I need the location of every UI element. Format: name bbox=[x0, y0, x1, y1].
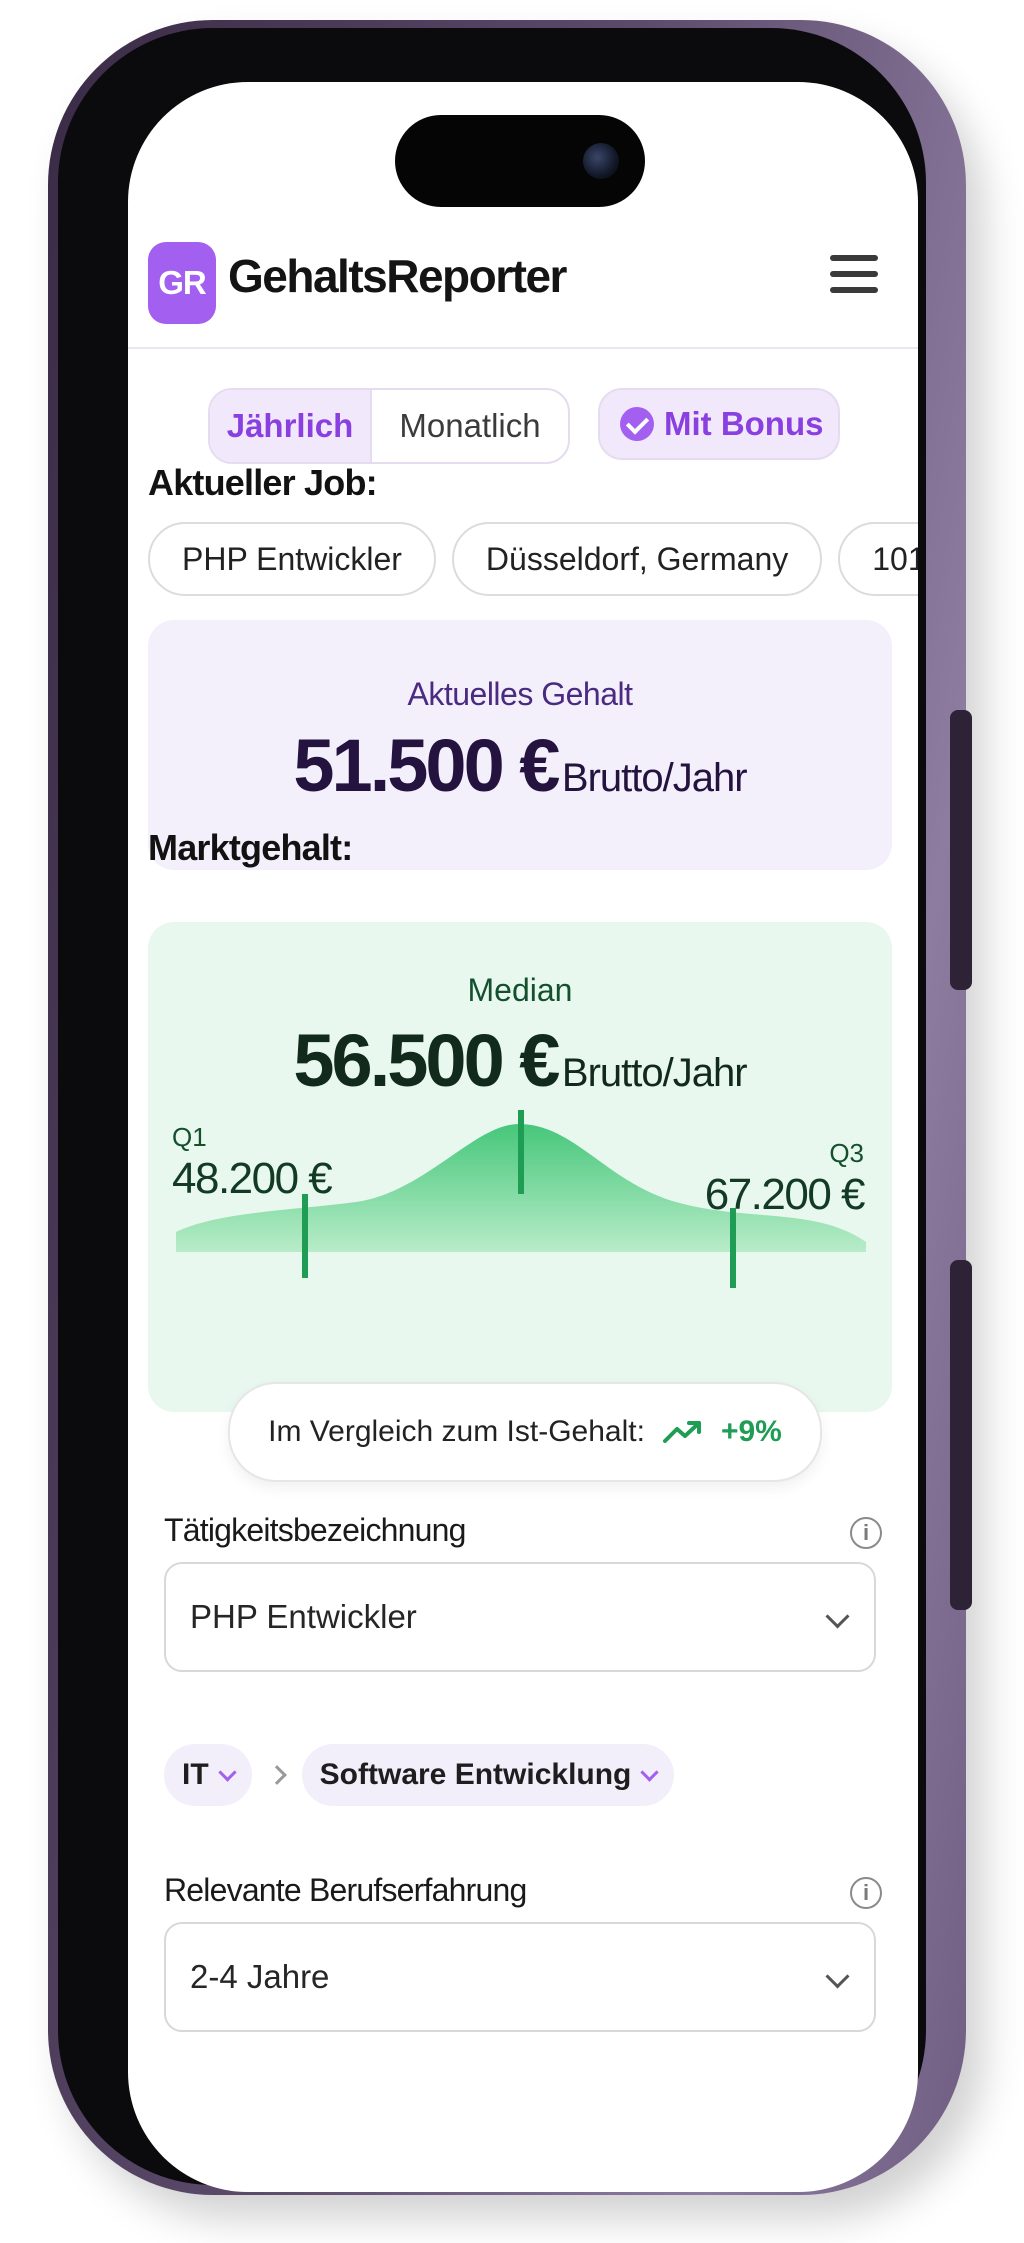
current-job-title: Aktueller Job: bbox=[148, 462, 378, 503]
info-icon[interactable]: i bbox=[850, 1877, 882, 1909]
chevron-right-icon bbox=[266, 1765, 287, 1785]
median-amount: 56.500 € Brutto/Jahr bbox=[148, 1018, 892, 1103]
app-header: GR GehaltsReporter bbox=[128, 237, 918, 349]
logo[interactable]: GR bbox=[148, 242, 216, 324]
phone-screen: GR GehaltsReporter Jährlich Monatlich Mi… bbox=[128, 82, 918, 2192]
q3-marker bbox=[730, 1208, 736, 1288]
category-chip[interactable]: IT bbox=[164, 1744, 252, 1806]
comparison-value: +9% bbox=[720, 1415, 782, 1448]
side-button-upper bbox=[950, 710, 972, 990]
experience-label: Relevante Berufserfahrung bbox=[164, 1872, 527, 1908]
brand-name[interactable]: GehaltsReporter bbox=[228, 249, 567, 303]
period-toggle: Jährlich Monatlich bbox=[208, 388, 570, 464]
market-salary-card: Median 56.500 € Brutto/Jahr Q1 48.200 € … bbox=[148, 922, 892, 1412]
current-salary-unit: Brutto/Jahr bbox=[561, 756, 748, 800]
info-icon[interactable]: i bbox=[850, 1517, 882, 1549]
current-job-chips: PHP Entwickler Düsseldorf, Germany 101 bbox=[148, 522, 918, 602]
check-circle-icon bbox=[620, 407, 654, 441]
distribution-curve bbox=[176, 1110, 866, 1288]
toggle-monthly[interactable]: Monatlich bbox=[370, 390, 568, 462]
phone-frame: GR GehaltsReporter Jährlich Monatlich Mi… bbox=[48, 20, 972, 2195]
current-salary-amount: 51.500 € Brutto/Jahr bbox=[148, 723, 892, 808]
subcategory-label: Software Entwicklung bbox=[319, 1758, 632, 1791]
comparison-label: Im Vergleich zum Ist-Gehalt: bbox=[268, 1415, 645, 1448]
trending-up-icon bbox=[662, 1421, 701, 1443]
current-salary-label: Aktuelles Gehalt bbox=[407, 676, 633, 712]
chip-location[interactable]: Düsseldorf, Germany bbox=[451, 522, 823, 596]
chip-extra[interactable]: 101 bbox=[838, 522, 918, 596]
chevron-down-icon bbox=[640, 1762, 660, 1782]
median-label: Median bbox=[467, 972, 573, 1008]
chevron-down-icon bbox=[825, 1964, 850, 1989]
median-marker bbox=[518, 1110, 524, 1194]
bonus-label: Mit Bonus bbox=[664, 405, 824, 442]
subcategory-chip[interactable]: Software Entwicklung bbox=[301, 1744, 675, 1806]
chip-job-title[interactable]: PHP Entwickler bbox=[148, 522, 436, 596]
chevron-down-icon bbox=[217, 1762, 237, 1782]
job-title-value: PHP Entwickler bbox=[190, 1598, 417, 1635]
q1-marker bbox=[302, 1194, 308, 1278]
market-salary-title: Marktgehalt: bbox=[148, 827, 353, 868]
chevron-down-icon bbox=[825, 1604, 850, 1629]
job-title-select[interactable]: PHP Entwickler bbox=[164, 1562, 876, 1672]
median-unit: Brutto/Jahr bbox=[561, 1051, 748, 1095]
comparison-pill: Im Vergleich zum Ist-Gehalt: +9% bbox=[228, 1382, 822, 1482]
median-value: 56.500 € bbox=[293, 1019, 560, 1102]
toggle-yearly[interactable]: Jährlich bbox=[210, 390, 370, 462]
bonus-toggle[interactable]: Mit Bonus bbox=[598, 388, 840, 460]
camera-icon bbox=[583, 143, 619, 179]
experience-select[interactable]: 2-4 Jahre bbox=[164, 1922, 876, 2032]
category-breadcrumb: IT Software Entwicklung bbox=[164, 1742, 675, 1808]
job-title-label: Tätigkeitsbezeichnung bbox=[164, 1512, 466, 1548]
category-label: IT bbox=[182, 1758, 209, 1791]
side-button-lower bbox=[950, 1260, 972, 1610]
current-salary-value: 51.500 € bbox=[293, 724, 560, 807]
dynamic-island bbox=[395, 115, 645, 207]
hamburger-menu-icon[interactable] bbox=[830, 255, 878, 297]
experience-value: 2-4 Jahre bbox=[190, 1958, 330, 1995]
